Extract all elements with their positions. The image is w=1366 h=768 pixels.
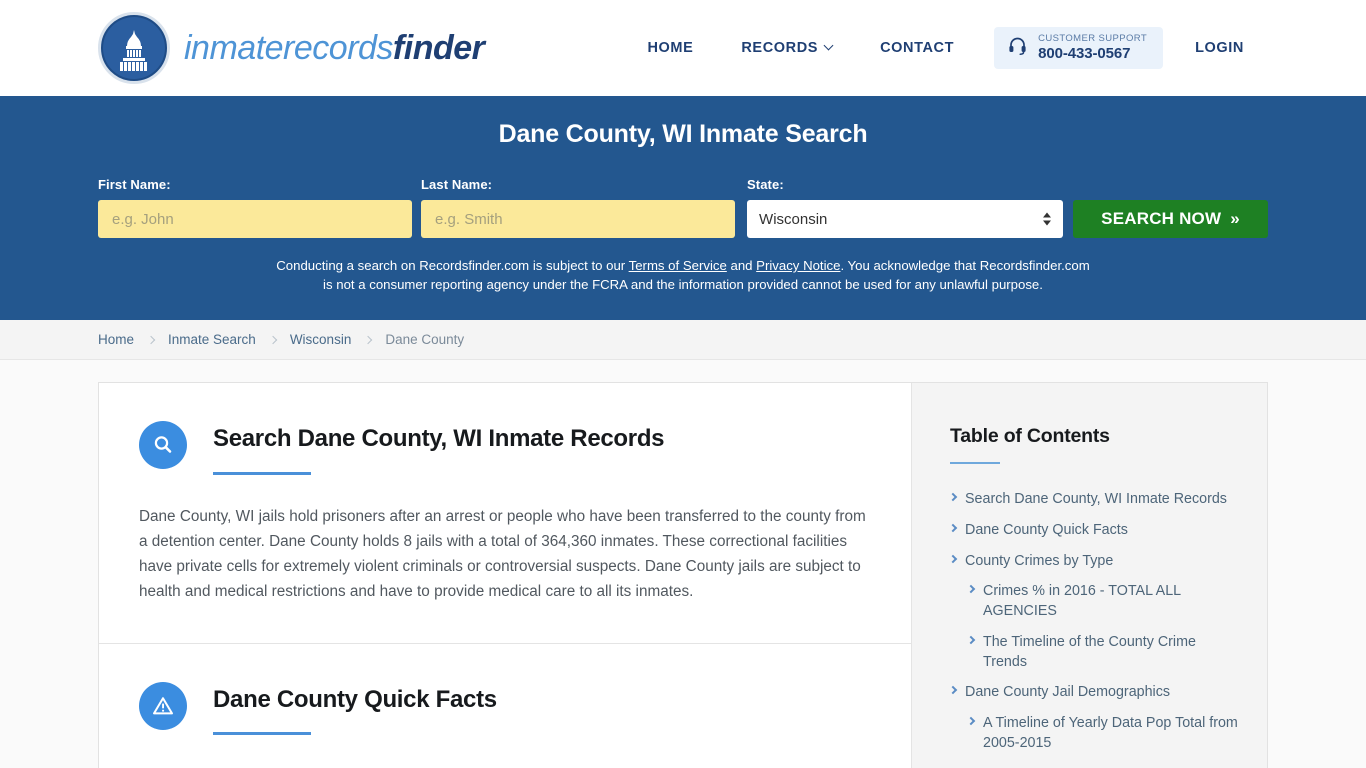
search-now-button[interactable]: SEARCH NOW »	[1073, 200, 1269, 238]
brand-wordmark-secondary: finder	[392, 28, 485, 67]
toc-underline	[950, 462, 1000, 465]
toc-item[interactable]: A Timeline of Yearly Data Pop Total from…	[950, 714, 1239, 753]
chevron-right-icon	[948, 554, 958, 563]
chevron-right-icon	[948, 686, 958, 695]
section-underline	[213, 732, 311, 736]
first-name-field-group: First Name:	[98, 177, 413, 238]
toc-item[interactable]: Search Dane County, WI Inmate Records	[948, 490, 1239, 510]
breadcrumb-item-home[interactable]: Home	[98, 332, 134, 347]
toc-item[interactable]: County Crimes by Type	[948, 552, 1239, 572]
toc-item[interactable]: Crimes % in 2016 - TOTAL ALL AGENCIES	[950, 582, 1239, 621]
last-name-label: Last Name:	[421, 177, 493, 192]
nav-item-home[interactable]: HOME	[623, 30, 717, 66]
section-title-search-records: Search Dane County, WI Inmate Records	[213, 425, 665, 453]
main-navigation: HOME RECORDS CONTACT CUSTOMER SUPPORT 80…	[623, 26, 1268, 70]
section-search-records: Search Dane County, WI Inmate Records Da…	[99, 383, 911, 644]
magnifier-icon	[139, 421, 187, 470]
nav-item-login[interactable]: LOGIN	[1171, 30, 1268, 66]
privacy-notice-link[interactable]: Privacy Notice	[756, 258, 840, 273]
first-name-input[interactable]	[98, 200, 413, 238]
hero-search-panel: Dane County, WI Inmate Search First Name…	[0, 96, 1366, 321]
toc-link-search-records[interactable]: Search Dane County, WI Inmate Records	[965, 490, 1227, 510]
brand-wordmark-primary: inmaterecords	[184, 28, 393, 67]
section-body-search-records: Dane County, WI jails hold prisoners aft…	[139, 507, 866, 600]
table-of-contents-sidebar: Table of Contents Search Dane County, WI…	[911, 383, 1267, 768]
terms-of-service-link[interactable]: Terms of Service	[629, 258, 727, 273]
customer-support-label: CUSTOMER SUPPORT	[1038, 32, 1148, 44]
nav-item-records-label: RECORDS	[741, 40, 819, 56]
warning-triangle-icon	[139, 681, 187, 730]
content-layout: Search Dane County, WI Inmate Records Da…	[98, 382, 1268, 768]
toc-list: Search Dane County, WI Inmate Records Da…	[948, 490, 1239, 753]
brand-wordmark: inmaterecordsfinder	[184, 28, 485, 68]
breadcrumb: Home Inmate Search Wisconsin Dane County	[0, 320, 1366, 361]
customer-support-phone: 800-433-0567	[1038, 44, 1131, 62]
page-container: Search Dane County, WI Inmate Records Da…	[0, 360, 1366, 768]
chevron-right-icon	[948, 523, 958, 533]
disclaimer-text-1: Conducting a search on Recordsfinder.com…	[276, 258, 629, 273]
toc-link-jail-demographics[interactable]: Dane County Jail Demographics	[965, 683, 1170, 703]
toc-link-yearly-pop-total[interactable]: A Timeline of Yearly Data Pop Total from…	[983, 714, 1239, 753]
state-label: State:	[747, 177, 784, 192]
toc-link-county-crimes-by-type[interactable]: County Crimes by Type	[965, 552, 1113, 572]
nav-item-home-label: HOME	[647, 40, 694, 56]
state-select[interactable]: Wisconsin	[747, 200, 1064, 238]
chevron-right-icon	[268, 335, 278, 345]
last-name-field-group: Last Name:	[421, 177, 736, 238]
chevron-right-icon	[966, 635, 976, 645]
chevron-right-icon	[146, 335, 156, 345]
double-chevron-right-icon: »	[1230, 209, 1240, 228]
disclaimer-text-mid: and	[726, 258, 757, 273]
nav-item-contact-label: CONTACT	[880, 40, 955, 56]
breadcrumb-item-dane-county: Dane County	[385, 332, 465, 348]
toc-item[interactable]: The Timeline of the County Crime Trends	[950, 633, 1239, 672]
chevron-down-icon	[823, 40, 834, 50]
chevron-right-icon	[966, 585, 976, 594]
nav-item-contact[interactable]: CONTACT	[856, 30, 978, 66]
last-name-input[interactable]	[421, 200, 736, 238]
nav-item-login-label: LOGIN	[1195, 40, 1244, 56]
toc-link-crime-trends-timeline[interactable]: The Timeline of the County Crime Trends	[983, 633, 1239, 672]
search-now-button-label: SEARCH NOW	[1101, 209, 1222, 228]
table-of-contents-title: Table of Contents	[950, 425, 1110, 448]
toc-item[interactable]: Dane County Quick Facts	[948, 521, 1239, 541]
inmate-search-form: First Name: Last Name: State: Wisconsin …	[98, 177, 1269, 238]
nav-item-records[interactable]: RECORDS	[717, 30, 856, 66]
search-disclaimer: Conducting a search on Recordsfinder.com…	[273, 256, 1093, 294]
main-content: Search Dane County, WI Inmate Records Da…	[99, 383, 911, 768]
chevron-right-icon	[948, 493, 958, 502]
first-name-label: First Name:	[98, 177, 171, 192]
section-underline	[213, 471, 311, 475]
chevron-right-icon	[966, 716, 976, 726]
breadcrumb-item-wisconsin[interactable]: Wisconsin	[290, 332, 352, 347]
toc-link-quick-facts[interactable]: Dane County Quick Facts	[965, 521, 1128, 541]
site-header: inmaterecordsfinder HOME RECORDS CONTACT…	[0, 0, 1366, 96]
customer-support-button[interactable]: CUSTOMER SUPPORT 800-433-0567	[994, 26, 1164, 70]
brand-logo-link[interactable]: inmaterecordsfinder	[98, 12, 485, 84]
state-field-group: State: Wisconsin	[747, 177, 1064, 238]
toc-link-crimes-pct-2016[interactable]: Crimes % in 2016 - TOTAL ALL AGENCIES	[983, 582, 1239, 621]
capitol-dome-icon	[98, 12, 170, 84]
breadcrumb-item-inmate-search[interactable]: Inmate Search	[168, 332, 256, 347]
toc-item[interactable]: Dane County Jail Demographics	[948, 683, 1239, 703]
headset-icon	[1008, 36, 1027, 60]
section-quick-facts: Dane County Quick Facts	[99, 644, 911, 768]
chevron-right-icon	[364, 335, 373, 345]
page-title: Dane County, WI Inmate Search	[498, 120, 868, 148]
section-title-quick-facts: Dane County Quick Facts	[213, 685, 497, 713]
